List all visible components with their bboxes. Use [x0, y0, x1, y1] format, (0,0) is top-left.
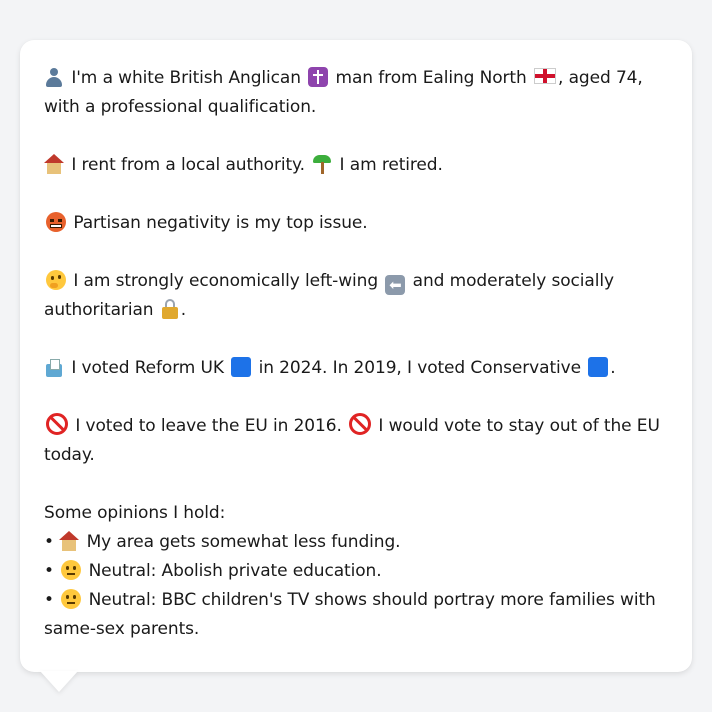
house-icon — [44, 154, 64, 174]
blue-square-icon — [231, 357, 252, 377]
lock-icon — [161, 299, 179, 319]
list-item: • Neutral: BBC children's TV shows shoul… — [44, 586, 672, 644]
housing-paragraph: I rent from a local authority. I am reti… — [44, 151, 672, 180]
vote-text-c: . — [610, 358, 616, 378]
opinion-text: My area gets somewhat less funding. — [86, 532, 401, 552]
prohibited-icon — [46, 413, 68, 435]
intro-text-b: man from Ealing North — [335, 68, 527, 88]
ideology-text-c: . — [180, 300, 187, 320]
latin-cross-icon — [308, 67, 329, 87]
opinions-heading: Some opinions I hold: — [44, 503, 226, 523]
persona-card: I'm a white British Anglican man from Ea… — [20, 40, 692, 672]
intro-paragraph: I'm a white British Anglican man from Ea… — [44, 64, 672, 122]
prohibited-icon — [349, 413, 372, 435]
palm-tree-icon — [312, 154, 332, 174]
opinions-section: Some opinions I hold: • My area gets som… — [44, 499, 672, 644]
vote-paragraph: I voted Reform UK in 2024. In 2019, I vo… — [44, 354, 672, 383]
opinion-text: Neutral: BBC children's TV shows should … — [44, 590, 656, 639]
person-silhouette-icon — [44, 67, 64, 87]
list-item: • Neutral: Abolish private education. — [44, 557, 672, 586]
opinion-text: Neutral: Abolish private education. — [88, 561, 382, 581]
list-item: • My area gets somewhat less funding. — [44, 528, 672, 557]
blue-square-icon — [588, 357, 609, 377]
neutral-face-icon — [61, 589, 82, 609]
bullet: • — [44, 561, 54, 581]
issue-paragraph: Partisan negativity is my top issue. — [44, 209, 672, 238]
speech-bubble-tail — [40, 671, 78, 692]
house-icon — [59, 531, 80, 551]
housing-text-b: I am retired. — [339, 155, 443, 175]
vote-text-b: in 2024. In 2019, I voted Conservative — [258, 358, 581, 378]
eu-text-a: I voted to leave the EU in 2016. — [75, 416, 342, 436]
vote-text-a: I voted Reform UK — [71, 358, 224, 378]
thinking-face-icon — [46, 270, 66, 290]
ballot-box-icon — [44, 357, 64, 377]
intro-text-a: I'm a white British Anglican — [71, 68, 301, 88]
left-arrow-icon: ⬅ — [385, 275, 406, 295]
eu-paragraph: I voted to leave the EU in 2016. I would… — [44, 412, 672, 470]
cursing-face-icon — [46, 212, 66, 232]
ideology-paragraph: I am strongly economically left-wing ⬅ a… — [44, 267, 672, 325]
bullet: • — [44, 532, 54, 552]
bullet: • — [44, 590, 54, 610]
issue-text: Partisan negativity is my top issue. — [73, 213, 368, 233]
neutral-face-icon — [61, 560, 82, 580]
england-flag-icon — [534, 68, 556, 84]
housing-text-a: I rent from a local authority. — [71, 155, 305, 175]
ideology-text-a: I am strongly economically left-wing — [73, 271, 379, 291]
